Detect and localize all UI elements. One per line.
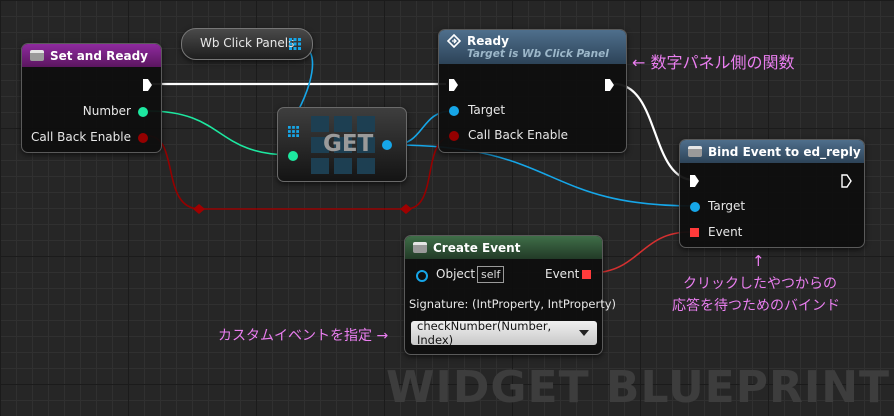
wb-click-panels-node[interactable]: Wb Click Panels [181, 28, 313, 60]
event-pin-label: Event [708, 225, 743, 239]
target-pin-label: Target [468, 103, 506, 117]
bind-annotation-arrow: ↑ [752, 252, 765, 270]
event-pin[interactable] [690, 228, 699, 237]
function-icon [688, 146, 702, 157]
ready-annotation: ← 数字パネル側の関数 [632, 53, 795, 72]
function-call-icon [447, 34, 461, 48]
call-back-enable-pin[interactable] [138, 133, 148, 143]
object-pin-label: Object [436, 267, 476, 281]
index-input-pin[interactable] [288, 151, 298, 161]
chevron-down-icon [579, 330, 589, 336]
delegate-wire [589, 231, 691, 274]
exec-input-pin[interactable] [690, 175, 699, 187]
array-input-pin[interactable] [288, 126, 299, 137]
function-icon [413, 242, 427, 253]
create-event-annotation: カスタムイベントを指定 → [218, 328, 389, 344]
set-and-ready-node[interactable]: Set and Ready Number Call Back Enable [21, 43, 162, 153]
call-back-enable-pin-label: Call Back Enable [30, 130, 131, 144]
signature-text: Signature: (IntProperty, IntProperty) [409, 297, 616, 311]
ready-header: Ready Target is Wb Click Panel [439, 30, 626, 64]
set-and-ready-header: Set and Ready [22, 44, 161, 67]
call-back-enable-pin[interactable] [449, 131, 459, 141]
reroute-knot-2 [400, 204, 412, 214]
ready-subtitle: Target is Wb Click Panel [467, 48, 609, 60]
bind-event-node[interactable]: Bind Event to ed_reply Target Event [679, 139, 865, 248]
reroute-knot-1 [193, 204, 205, 214]
bind-annotation-line2: 応答を待つためのバインド [672, 298, 840, 314]
get-node[interactable]: GET [277, 107, 407, 182]
number-pin[interactable] [138, 107, 148, 117]
bind-annotation-line1: クリックしたやつからの [683, 276, 837, 292]
function-dropdown-value: checkNumber(Number, Index) [417, 319, 552, 347]
create-event-node[interactable]: Create Event Object self Event Signature… [404, 235, 616, 355]
create-event-header: Create Event [405, 236, 602, 259]
int-wire-number-to-get [147, 110, 292, 156]
exec-input-pin[interactable] [449, 79, 458, 91]
wb-click-panels-label: Wb Click Panels [200, 36, 295, 50]
exec-output-pin[interactable] [841, 174, 852, 188]
exec-output-pin[interactable] [605, 79, 614, 91]
bind-event-header: Bind Event to ed_reply [680, 140, 864, 163]
number-pin-label: Number [82, 104, 131, 118]
object-value-box[interactable]: self [477, 266, 505, 283]
bind-event-title: Bind Event to ed_reply [708, 144, 861, 159]
ready-node[interactable]: Ready Target is Wb Click Panel Target Ca… [438, 29, 627, 153]
array-grid-icon[interactable] [289, 38, 301, 50]
object-pin[interactable] [416, 270, 428, 282]
event-output-pin[interactable] [582, 270, 591, 279]
obj-wire-get-to-bind [392, 144, 695, 207]
call-back-enable-pin-label: Call Back Enable [468, 128, 569, 142]
get-label: GET [323, 131, 374, 157]
exec-output-pin[interactable] [143, 79, 152, 91]
ready-title: Ready [467, 34, 509, 48]
get-output-pin[interactable] [382, 140, 392, 150]
create-event-title: Create Event [433, 240, 521, 255]
target-pin[interactable] [449, 106, 459, 116]
function-icon [30, 50, 44, 61]
function-dropdown[interactable]: checkNumber(Number, Index) [411, 319, 597, 347]
target-pin-label: Target [708, 199, 746, 213]
set-and-ready-title: Set and Ready [50, 48, 148, 63]
widget-blueprint-watermark: WIDGET BLUEPRINT [386, 362, 891, 413]
event-output-label: Event [545, 267, 580, 281]
target-pin[interactable] [690, 202, 700, 212]
